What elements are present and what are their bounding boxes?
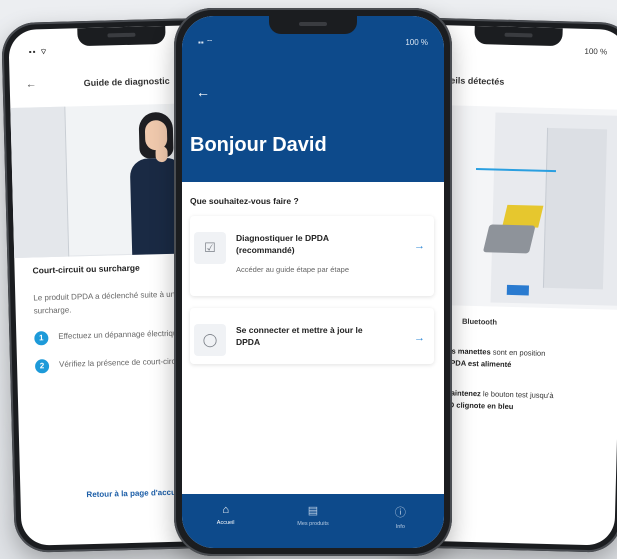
center-phone-screen: ▪▪ ⌔ 100 % ← Bonjour David Que souhaitez… [182,16,444,548]
signal-icon: ▪▪ ⌔ [198,38,214,47]
instruction-bold: ED clignote en bleu [443,400,514,412]
nav-label: Info [395,524,405,530]
phone-notch [474,25,563,47]
app-header: ▪▪ ⌔ 100 % ← Bonjour David [182,16,444,182]
nav-label: Accueil [216,520,235,526]
circle-icon: ◯ [194,324,226,356]
signal-icon: ▪▪ ︎⌔ [28,47,49,57]
status-bar: ▪▪ ⌔ 100 % [198,38,428,48]
left-screen-title: Guide de diagnostic [83,75,170,89]
test-button [506,284,529,296]
nav-item-products[interactable]: ▤ Mes produits [278,504,348,527]
back-home-link[interactable]: Retour à la page d'accueil [86,488,185,500]
nav-item-info[interactable]: ⓘ Info [365,504,435,530]
diagnose-card[interactable]: ☑ Diagnostiquer le DPDA (recommandé) Acc… [190,216,434,296]
nav-item-home[interactable]: ⌂ Accueil [191,504,261,526]
greeting-title: Bonjour David [190,134,327,156]
instruction-text: sont en position [492,347,546,358]
illustration-wall [10,106,69,258]
breaker-switch [482,224,536,254]
home-icon: ⌂ [222,504,229,516]
card-title: Se connecter et mettre à jour le DPDA [236,325,363,347]
card-body: Diagnostiquer le DPDA (recommandé) Accéd… [236,216,414,275]
card-subtitle: Accéder au guide étape par étape [236,265,350,274]
center-phone-mockup: ▪▪ ⌔ 100 % ← Bonjour David Que souhaitez… [174,8,452,556]
instruction-text: le bouton test jusqu'à [482,389,554,401]
panel-slot [542,127,608,290]
bottom-navigation: ⌂ Accueil ▤ Mes produits ⓘ Info [182,494,444,548]
arrow-right-icon: → [414,240,425,252]
arrow-right-icon: → [414,332,425,344]
step-number-badge: 1 [34,331,49,346]
question-label: Que souhaitez-vous faire ? [190,196,299,206]
phone-notch [77,25,166,47]
checklist-icon: ☑ [194,232,226,264]
instruction-bold: DPDA est alimenté [444,358,512,370]
woman-hand [155,145,168,163]
info-icon: ⓘ [394,507,406,519]
card-body: Se connecter et mettre à jour le DPDA [236,308,414,348]
battery-indicator: 100 % [405,38,428,47]
battery-indicator: 100 % [584,46,608,57]
phone-notch [269,16,357,34]
card-title: Diagnostiquer le DPDA (recommandé) [236,233,329,255]
back-arrow-icon[interactable]: ← [196,84,210,100]
nav-label: Mes produits [297,521,329,527]
connect-update-card[interactable]: ◯ Se connecter et mettre à jour le DPDA … [190,308,434,364]
step-number-badge: 2 [34,359,50,374]
back-arrow-icon[interactable]: ← [26,78,48,90]
document-icon: ▤ [307,505,319,517]
